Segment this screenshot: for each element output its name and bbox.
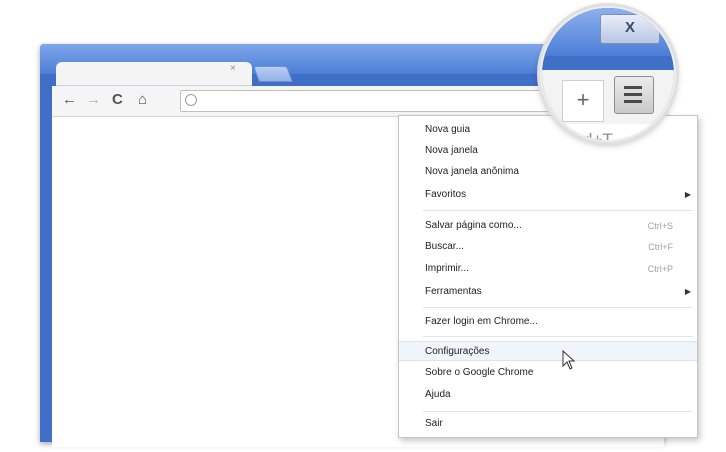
hamburger-menu-icon[interactable] bbox=[614, 76, 654, 114]
close-window-button[interactable]: X bbox=[600, 14, 660, 44]
menu-separator bbox=[423, 411, 693, 412]
new-tab-button[interactable] bbox=[253, 66, 293, 82]
menu-separator bbox=[423, 336, 693, 337]
menu-item-imprimir[interactable]: Imprimir... Ctrl+P bbox=[399, 259, 697, 279]
menu-item-label: Buscar... bbox=[425, 241, 464, 252]
chrome-menu: Nova guia Nova janela Nova janela anônim… bbox=[398, 115, 698, 438]
menu-item-shortcut: Ctrl+P bbox=[647, 264, 673, 274]
forward-icon[interactable]: → bbox=[86, 91, 101, 109]
menu-item-label: Nova janela bbox=[425, 145, 478, 156]
menu-item-sair[interactable]: Sair bbox=[399, 414, 697, 434]
menu-item-shortcut: Ctrl+S bbox=[647, 221, 673, 231]
tab-close-icon[interactable]: × bbox=[230, 63, 236, 74]
menu-item-label: Configurações bbox=[425, 346, 490, 357]
address-bar[interactable] bbox=[180, 90, 582, 112]
menu-item-fazer-login[interactable]: Fazer login em Chrome... bbox=[399, 312, 697, 332]
menu-item-label: Favoritos bbox=[425, 189, 467, 200]
menu-item-label: Ferramentas bbox=[425, 286, 482, 297]
zoom-plus-button[interactable]: + bbox=[562, 80, 604, 122]
menu-item-label: Sobre o Google Chrome bbox=[425, 367, 534, 378]
page-info-icon bbox=[185, 94, 197, 106]
menu-item-favoritos[interactable]: Favoritos ▶ bbox=[399, 185, 697, 205]
menu-item-label: Sair bbox=[425, 418, 443, 429]
menu-item-label: Imprimir... bbox=[425, 263, 469, 274]
menu-item-shortcut: Ctrl+F bbox=[648, 242, 673, 252]
mouse-pointer-icon bbox=[562, 350, 576, 370]
menu-separator bbox=[423, 307, 693, 308]
menu-item-label: Nova guia bbox=[425, 124, 471, 135]
menu-separator bbox=[423, 210, 693, 211]
menu-item-label: Salvar página como... bbox=[425, 220, 522, 231]
zoom-magnifier: X + Ctrl+T N bbox=[540, 6, 676, 142]
browser-tab[interactable] bbox=[56, 62, 252, 86]
home-icon[interactable]: ⌂ bbox=[138, 91, 147, 109]
menu-item-configuracoes[interactable]: Configurações bbox=[399, 341, 697, 361]
menu-item-sobre[interactable]: Sobre o Google Chrome bbox=[399, 363, 697, 383]
menu-item-nova-janela-anonima[interactable]: Nova janela anônima bbox=[399, 162, 697, 182]
menu-item-ajuda[interactable]: Ajuda bbox=[399, 385, 697, 405]
submenu-arrow-icon: ▶ bbox=[684, 287, 691, 296]
menu-item-ferramentas[interactable]: Ferramentas ▶ bbox=[399, 282, 697, 302]
menu-item-buscar[interactable]: Buscar... Ctrl+F bbox=[399, 237, 697, 257]
menu-item-nova-janela[interactable]: Nova janela bbox=[399, 141, 697, 161]
menu-item-label: Nova janela anônima bbox=[425, 166, 519, 177]
reload-icon[interactable]: C bbox=[112, 91, 123, 109]
menu-item-salvar-pagina[interactable]: Salvar página como... Ctrl+S bbox=[399, 216, 697, 236]
menu-item-label: Ajuda bbox=[425, 389, 451, 400]
menu-item-label: Fazer login em Chrome... bbox=[425, 316, 538, 327]
back-icon[interactable]: ← bbox=[62, 91, 77, 109]
submenu-arrow-icon: ▶ bbox=[684, 190, 691, 199]
